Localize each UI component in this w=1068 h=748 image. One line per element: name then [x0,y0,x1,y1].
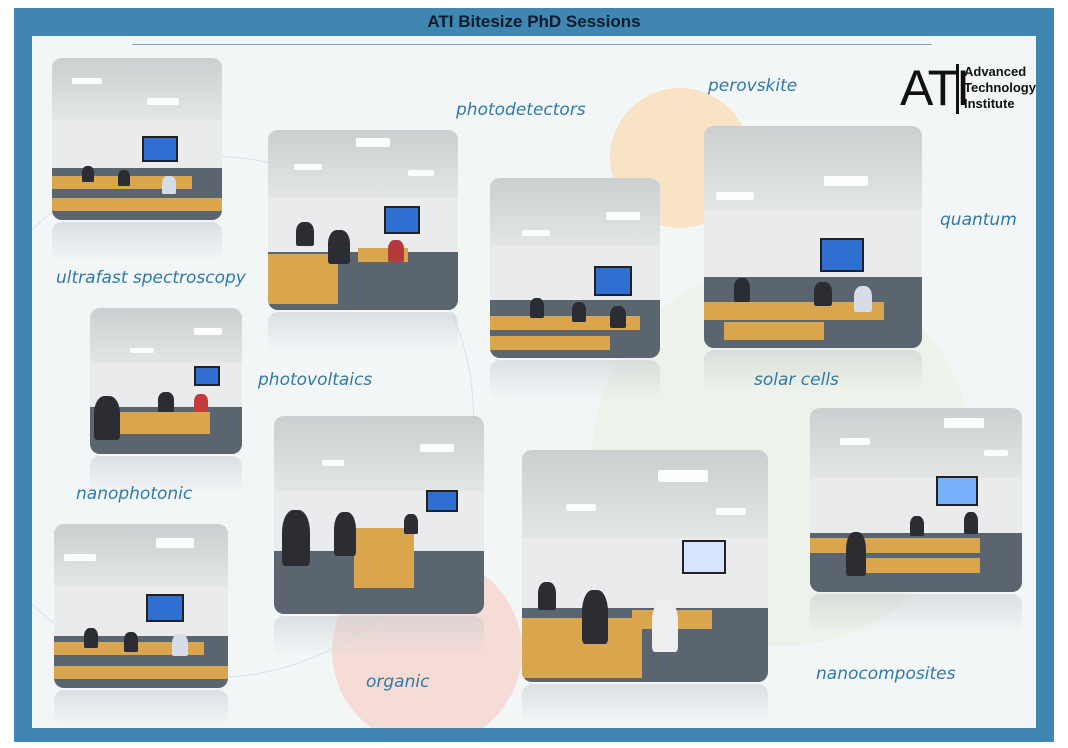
session-photo-2 [268,130,458,310]
session-photo-7 [522,450,768,682]
photo-reflection [522,684,768,724]
photo-reflection [810,594,1022,634]
logo-line-3: Institute [964,96,1015,111]
decor-line [132,44,932,45]
label-nanophotonic: nanophotonic [76,484,193,504]
slide-title: ATI Bitesize PhD Sessions [427,12,641,31]
session-photo-4 [704,126,922,348]
logo-line-1: Advanced [964,64,1027,79]
label-solar-cells: solar cells [754,370,839,390]
photo-reflection [274,616,484,656]
photo-reflection [268,312,458,352]
label-perovskite: perovskite [708,76,798,96]
label-photodetectors: photodetectors [456,100,586,120]
slide-frame: ATI Bitesize PhD Sessions ultrafast spec… [14,8,1054,742]
logo-text: Advanced Technology Institute [964,64,1036,112]
session-photo-3 [490,178,660,358]
label-organic: organic [366,672,430,692]
session-photo-9 [54,524,228,688]
ati-logo: ATI Advanced Technology Institute [900,60,1036,122]
logo-divider [956,64,959,114]
session-photo-8 [810,408,1022,592]
label-nanocomposites: nanocomposites [816,664,956,684]
logo-line-2: Technology [964,80,1036,95]
photo-reflection [52,222,222,262]
photo-reflection [54,690,228,726]
session-photo-5 [90,308,242,454]
label-quantum: quantum [940,210,1017,230]
photo-reflection [490,360,660,400]
label-ultrafast-spectroscopy: ultrafast spectroscopy [56,268,246,288]
label-photovoltaics: photovoltaics [258,370,373,390]
slide-canvas: ultrafast spectroscopy photodetectors pe… [32,36,1036,728]
session-photo-6 [274,416,484,614]
session-photo-1 [52,58,222,220]
